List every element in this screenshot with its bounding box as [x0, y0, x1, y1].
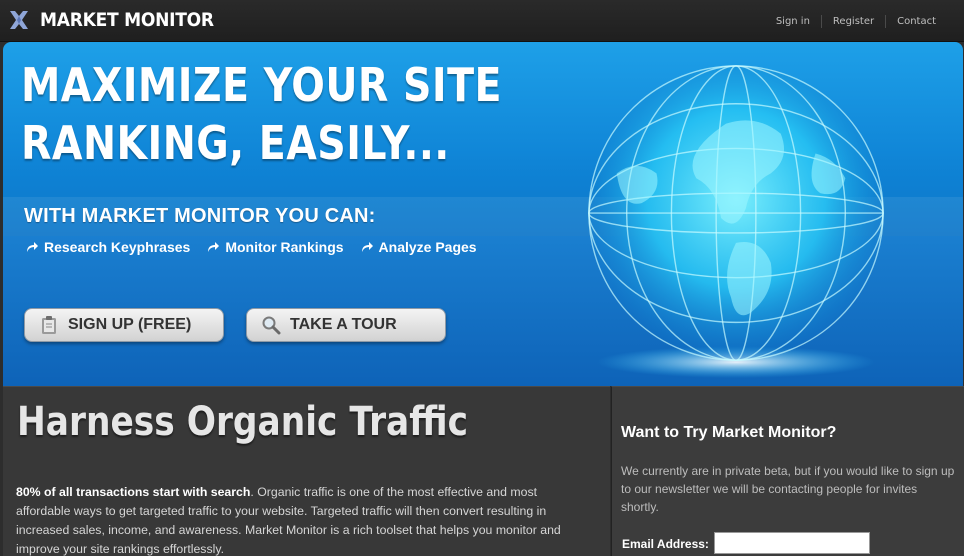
feature-label: Monitor Rankings — [225, 239, 344, 255]
top-bar: MARKET MONITOR Sign in Register Contact — [0, 0, 964, 42]
feature-item-research: Research Keyphrases — [24, 239, 190, 255]
email-label: Email Address: — [622, 537, 709, 551]
panel-title: Want to Try Market Monitor? — [621, 424, 837, 441]
page: MARKET MONITOR Sign in Register Contact — [0, 0, 964, 556]
curved-arrow-icon — [208, 242, 220, 252]
logo-x-icon — [10, 11, 28, 29]
email-field[interactable] — [714, 532, 870, 554]
hero-banner: MAXIMIZE YOUR SITE RANKING, EASILY... WI… — [3, 42, 963, 386]
main-content: Harness Organic Traffic 80% of all trans… — [3, 386, 610, 556]
curved-arrow-icon — [361, 242, 373, 252]
register-link[interactable]: Register — [820, 15, 885, 28]
curved-arrow-icon — [27, 242, 38, 252]
take-tour-button[interactable]: TAKE A TOUR — [246, 308, 446, 342]
take-tour-label: TAKE A TOUR — [290, 316, 397, 333]
hero-title-line2: RANKING, EASILY... — [21, 116, 450, 170]
logo[interactable]: MARKET MONITOR — [8, 9, 233, 31]
feature-item-monitor: Monitor Rankings — [205, 239, 344, 255]
sign-up-label: SIGN UP (FREE) — [68, 316, 192, 333]
section-heading: Harness Organic Traffic — [17, 399, 469, 445]
globe-illustration — [588, 65, 884, 379]
beta-signup-panel: Want to Try Market Monitor? We currently… — [611, 386, 964, 556]
hero-title: MAXIMIZE YOUR SITE RANKING, EASILY... — [21, 56, 502, 172]
contact-link[interactable]: Contact — [885, 15, 947, 28]
hero-title-line1: MAXIMIZE YOUR SITE — [21, 58, 502, 112]
clipboard-icon — [42, 316, 56, 334]
brand-name: MARKET MONITOR — [40, 9, 214, 31]
feature-label: Analyze Pages — [378, 239, 477, 255]
feature-item-analyze: Analyze Pages — [359, 239, 477, 255]
intro-lead: 80% of all transactions start with searc… — [16, 485, 251, 499]
sign-in-link[interactable]: Sign in — [765, 15, 821, 28]
sign-up-button[interactable]: SIGN UP (FREE) — [24, 308, 224, 342]
panel-description: We currently are in private beta, but if… — [621, 464, 955, 514]
hero-subtitle: WITH MARKET MONITOR YOU CAN: — [24, 205, 376, 227]
magnifier-icon — [262, 316, 281, 335]
feature-list: Research Keyphrases Monitor Rankings Ana… — [24, 239, 492, 255]
top-nav: Sign in Register Contact — [765, 15, 947, 28]
intro-paragraph: 80% of all transactions start with searc… — [16, 483, 591, 556]
feature-label: Research Keyphrases — [44, 239, 191, 255]
